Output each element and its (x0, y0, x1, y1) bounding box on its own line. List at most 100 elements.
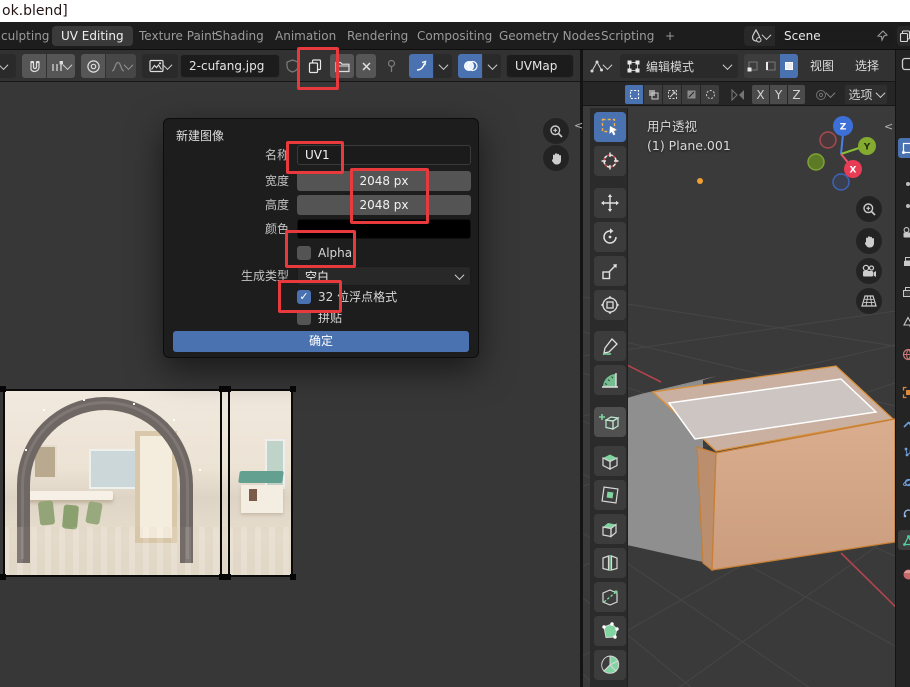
overlays-dropdown[interactable] (483, 54, 501, 78)
bevel-tool[interactable] (594, 514, 626, 544)
tab-object[interactable] (898, 382, 910, 402)
select-mode-subtract-button[interactable] (663, 85, 681, 104)
proportional-falloff-dropdown[interactable] (106, 54, 136, 78)
loop-cut-tool[interactable] (594, 548, 626, 578)
tab-physics[interactable] (898, 472, 910, 492)
tab-render[interactable] (898, 222, 910, 242)
mirror-z-toggle[interactable]: Z (788, 85, 805, 104)
move-tool[interactable] (594, 188, 626, 218)
tab-scripting[interactable]: Scripting (592, 26, 663, 46)
add-cube-tool[interactable] (594, 407, 626, 437)
viewport-pan-button[interactable] (856, 228, 882, 254)
tab-constraints[interactable] (898, 502, 910, 522)
vertex-select-mode-button[interactable] (744, 54, 762, 78)
uv-map-field[interactable]: UVMap (506, 54, 574, 78)
tab-particles[interactable] (898, 442, 910, 462)
generated-type-dropdown[interactable]: 空白 (297, 266, 471, 286)
tab-uv-editing[interactable]: UV Editing (52, 26, 133, 46)
tab-modifiers[interactable] (898, 412, 910, 432)
viewport-sidebar-collapse[interactable]: < (884, 120, 893, 133)
properties-editor-type-icon[interactable] (898, 54, 910, 74)
tab-active-tool[interactable] (898, 138, 910, 158)
uv-zoom-button[interactable] (543, 118, 569, 144)
cursor-tool[interactable] (594, 146, 626, 176)
width-value: 2048 px (359, 174, 408, 188)
poly-build-tool[interactable] (594, 616, 626, 646)
tiled-checkbox[interactable] (297, 311, 311, 325)
ok-button[interactable]: 确定 (173, 331, 469, 352)
float32-checkbox[interactable]: ✓ (297, 290, 311, 304)
tab-rendering[interactable]: Rendering (338, 26, 417, 46)
open-image-button[interactable] (330, 54, 354, 78)
tab-add-workspace[interactable]: + (656, 26, 684, 46)
edge-select-mode-button[interactable] (762, 54, 780, 78)
pin-image-toggle[interactable] (381, 54, 401, 78)
tab-compositing[interactable]: Compositing (408, 26, 501, 46)
viewport-zoom-button[interactable] (856, 196, 882, 222)
tab-material[interactable] (898, 564, 910, 584)
spin-tool[interactable] (594, 650, 626, 680)
fake-user-toggle[interactable] (282, 54, 302, 78)
gizmo-arrow-icon (414, 59, 428, 73)
annotate-tool[interactable] (594, 331, 626, 361)
pin-icon[interactable] (876, 30, 888, 42)
mode-dropdown[interactable]: 编辑模式 (620, 54, 738, 78)
tab-scene[interactable] (898, 312, 910, 332)
alpha-checkbox[interactable] (297, 246, 311, 260)
proportional-editing-icon (815, 89, 827, 101)
knife-tool[interactable] (594, 582, 626, 612)
select-mode-invert-button[interactable] (682, 85, 700, 104)
uv-island-outline[interactable] (228, 389, 293, 577)
transform-tool[interactable] (594, 290, 626, 320)
inset-faces-tool[interactable] (594, 480, 626, 510)
snap-target-dropdown[interactable] (47, 54, 75, 78)
image-browse-button[interactable] (142, 54, 178, 78)
mirror-toggle[interactable] (728, 85, 748, 104)
tab-shading[interactable]: Shading (206, 26, 273, 46)
viewport-editor-type-button[interactable] (585, 54, 615, 78)
new-image-button[interactable] (303, 54, 327, 78)
unlink-image-button[interactable] (356, 54, 376, 78)
select-mode-set-button[interactable] (625, 85, 643, 104)
new-scene-button[interactable] (897, 26, 910, 46)
measure-tool[interactable] (594, 365, 626, 395)
face-select-mode-button[interactable] (780, 54, 798, 78)
show-overlays-toggle[interactable] (458, 54, 482, 78)
height-slider[interactable]: 2048 px (297, 195, 471, 215)
bevel-icon (599, 518, 621, 540)
select-box-tool[interactable] (594, 112, 626, 142)
uv-editor-type-button[interactable] (0, 54, 16, 78)
uv-pan-button[interactable] (543, 145, 569, 171)
tab-sculpting[interactable]: culpting (0, 26, 58, 46)
viewport-ortho-button[interactable] (856, 288, 882, 314)
menu-view[interactable]: 视图 (810, 54, 834, 78)
scale-tool[interactable] (594, 256, 626, 286)
menu-select[interactable]: 选择 (855, 54, 879, 78)
scene-browse-button[interactable] (744, 26, 775, 46)
mirror-x-toggle[interactable]: X (752, 85, 769, 104)
scene-name-field[interactable]: Scene (778, 26, 894, 46)
snap-toggle-button[interactable] (22, 54, 46, 78)
tab-world[interactable] (898, 344, 910, 364)
select-mode-extend-button[interactable] (644, 85, 662, 104)
rotate-tool[interactable] (594, 222, 626, 252)
uv-island-outline[interactable] (3, 389, 222, 577)
select-mode-intersect-button[interactable] (701, 85, 719, 104)
gizmo-dropdown[interactable] (434, 54, 452, 78)
tool-proportional-dropdown[interactable] (812, 85, 836, 104)
image-name-field[interactable]: 2-cufang.jpg (180, 54, 280, 78)
extrude-region-tool[interactable] (594, 446, 626, 476)
viewport-camera-button[interactable] (856, 258, 882, 284)
width-slider[interactable]: 2048 px (297, 171, 471, 191)
show-gizmo-toggle[interactable] (409, 54, 433, 78)
tab-object-data[interactable] (898, 530, 910, 550)
tool-options-dropdown[interactable]: 选项 (845, 85, 887, 104)
mirror-y-toggle[interactable]: Y (770, 85, 787, 104)
tab-animation[interactable]: Animation (266, 26, 345, 46)
tab-view-layer[interactable] (898, 282, 910, 302)
name-input[interactable]: UV1 (297, 145, 471, 165)
uv-sidebar-collapse[interactable]: < (574, 119, 583, 132)
tab-output[interactable] (898, 252, 910, 272)
color-swatch[interactable] (297, 219, 471, 239)
proportional-editing-toggle[interactable] (81, 54, 105, 78)
